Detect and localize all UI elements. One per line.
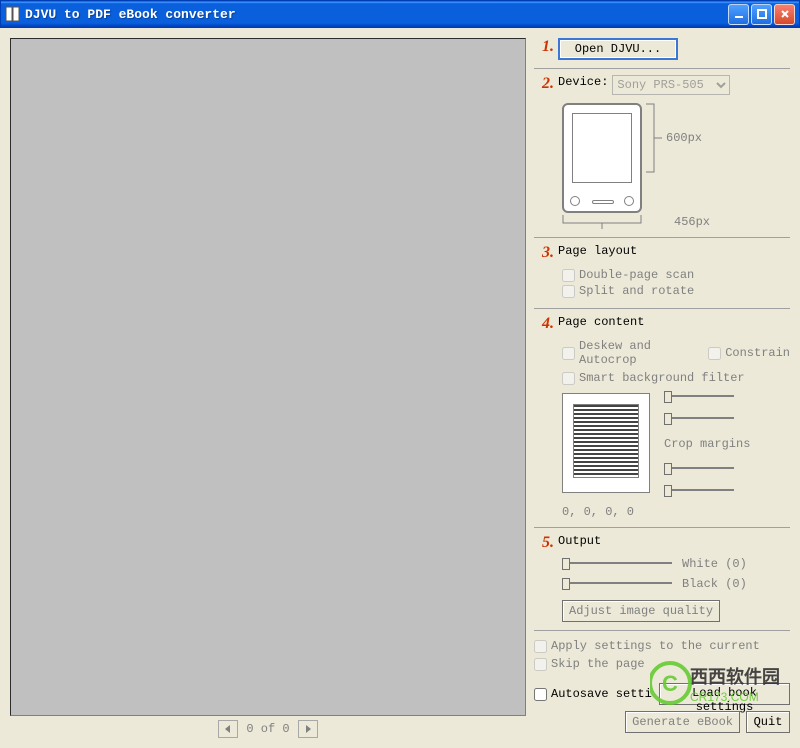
maximize-button[interactable] [751,4,772,25]
window-title: DJVU to PDF eBook converter [25,7,728,22]
crop-upper-slider[interactable] [664,411,734,427]
open-djvu-button[interactable]: Open DJVU... [558,38,678,60]
page-layout-label: Page layout [558,244,637,258]
prev-page-button[interactable] [218,720,238,738]
white-slider[interactable] [562,556,672,572]
device-label: Device: [558,75,608,89]
titlebar: DJVU to PDF eBook converter [0,0,800,28]
step-1-number: 1. [534,38,554,56]
crop-margins-label: Crop margins [664,437,750,451]
device-height-label: 600px [666,131,702,145]
constrain-checkbox[interactable]: Constrain [708,339,790,367]
step-4-number: 4. [534,315,554,333]
output-label: Output [558,534,601,548]
step-2-number: 2. [534,75,554,93]
minimize-button[interactable] [728,4,749,25]
preview-pane [10,38,526,716]
black-slider[interactable] [562,576,672,592]
smart-bg-filter-checkbox[interactable]: Smart background filter [562,371,790,385]
device-illustration [562,103,642,213]
device-width-label: 456px [674,215,710,229]
double-page-scan-checkbox[interactable]: Double-page scan [562,268,790,282]
page-content-label: Page content [558,315,644,329]
deskew-autocrop-checkbox[interactable]: Deskew and Autocrop [562,339,698,367]
load-book-settings-button[interactable]: Load book settings [659,683,790,705]
crop-bottom-slider[interactable] [664,483,734,499]
crop-values-label: 0, 0, 0, 0 [562,505,790,519]
page-navigation: 0 of 0 [218,720,317,738]
black-value-label: Black (0) [682,577,747,591]
autosave-settings-checkbox[interactable]: Autosave settings [534,687,653,701]
white-value-label: White (0) [682,557,747,571]
generate-ebook-button[interactable]: Generate eBook [625,711,740,733]
app-icon [5,6,21,22]
close-button[interactable] [774,4,795,25]
step-3-number: 3. [534,244,554,262]
step-5-number: 5. [534,534,554,552]
page-counter: 0 of 0 [246,722,289,736]
apply-current-page-checkbox[interactable]: Apply settings to the current page only [534,639,790,653]
adjust-image-quality-button[interactable]: Adjust image quality [562,600,720,622]
quit-button[interactable]: Quit [746,711,790,733]
crop-thumb-illustration [562,393,650,493]
crop-lower-slider[interactable] [664,461,734,477]
next-page-button[interactable] [298,720,318,738]
split-rotate-checkbox[interactable]: Split and rotate [562,284,790,298]
crop-top-slider[interactable] [664,389,734,405]
device-select[interactable]: Sony PRS-505 [612,75,730,95]
skip-page-checkbox[interactable]: Skip the page [534,657,790,671]
